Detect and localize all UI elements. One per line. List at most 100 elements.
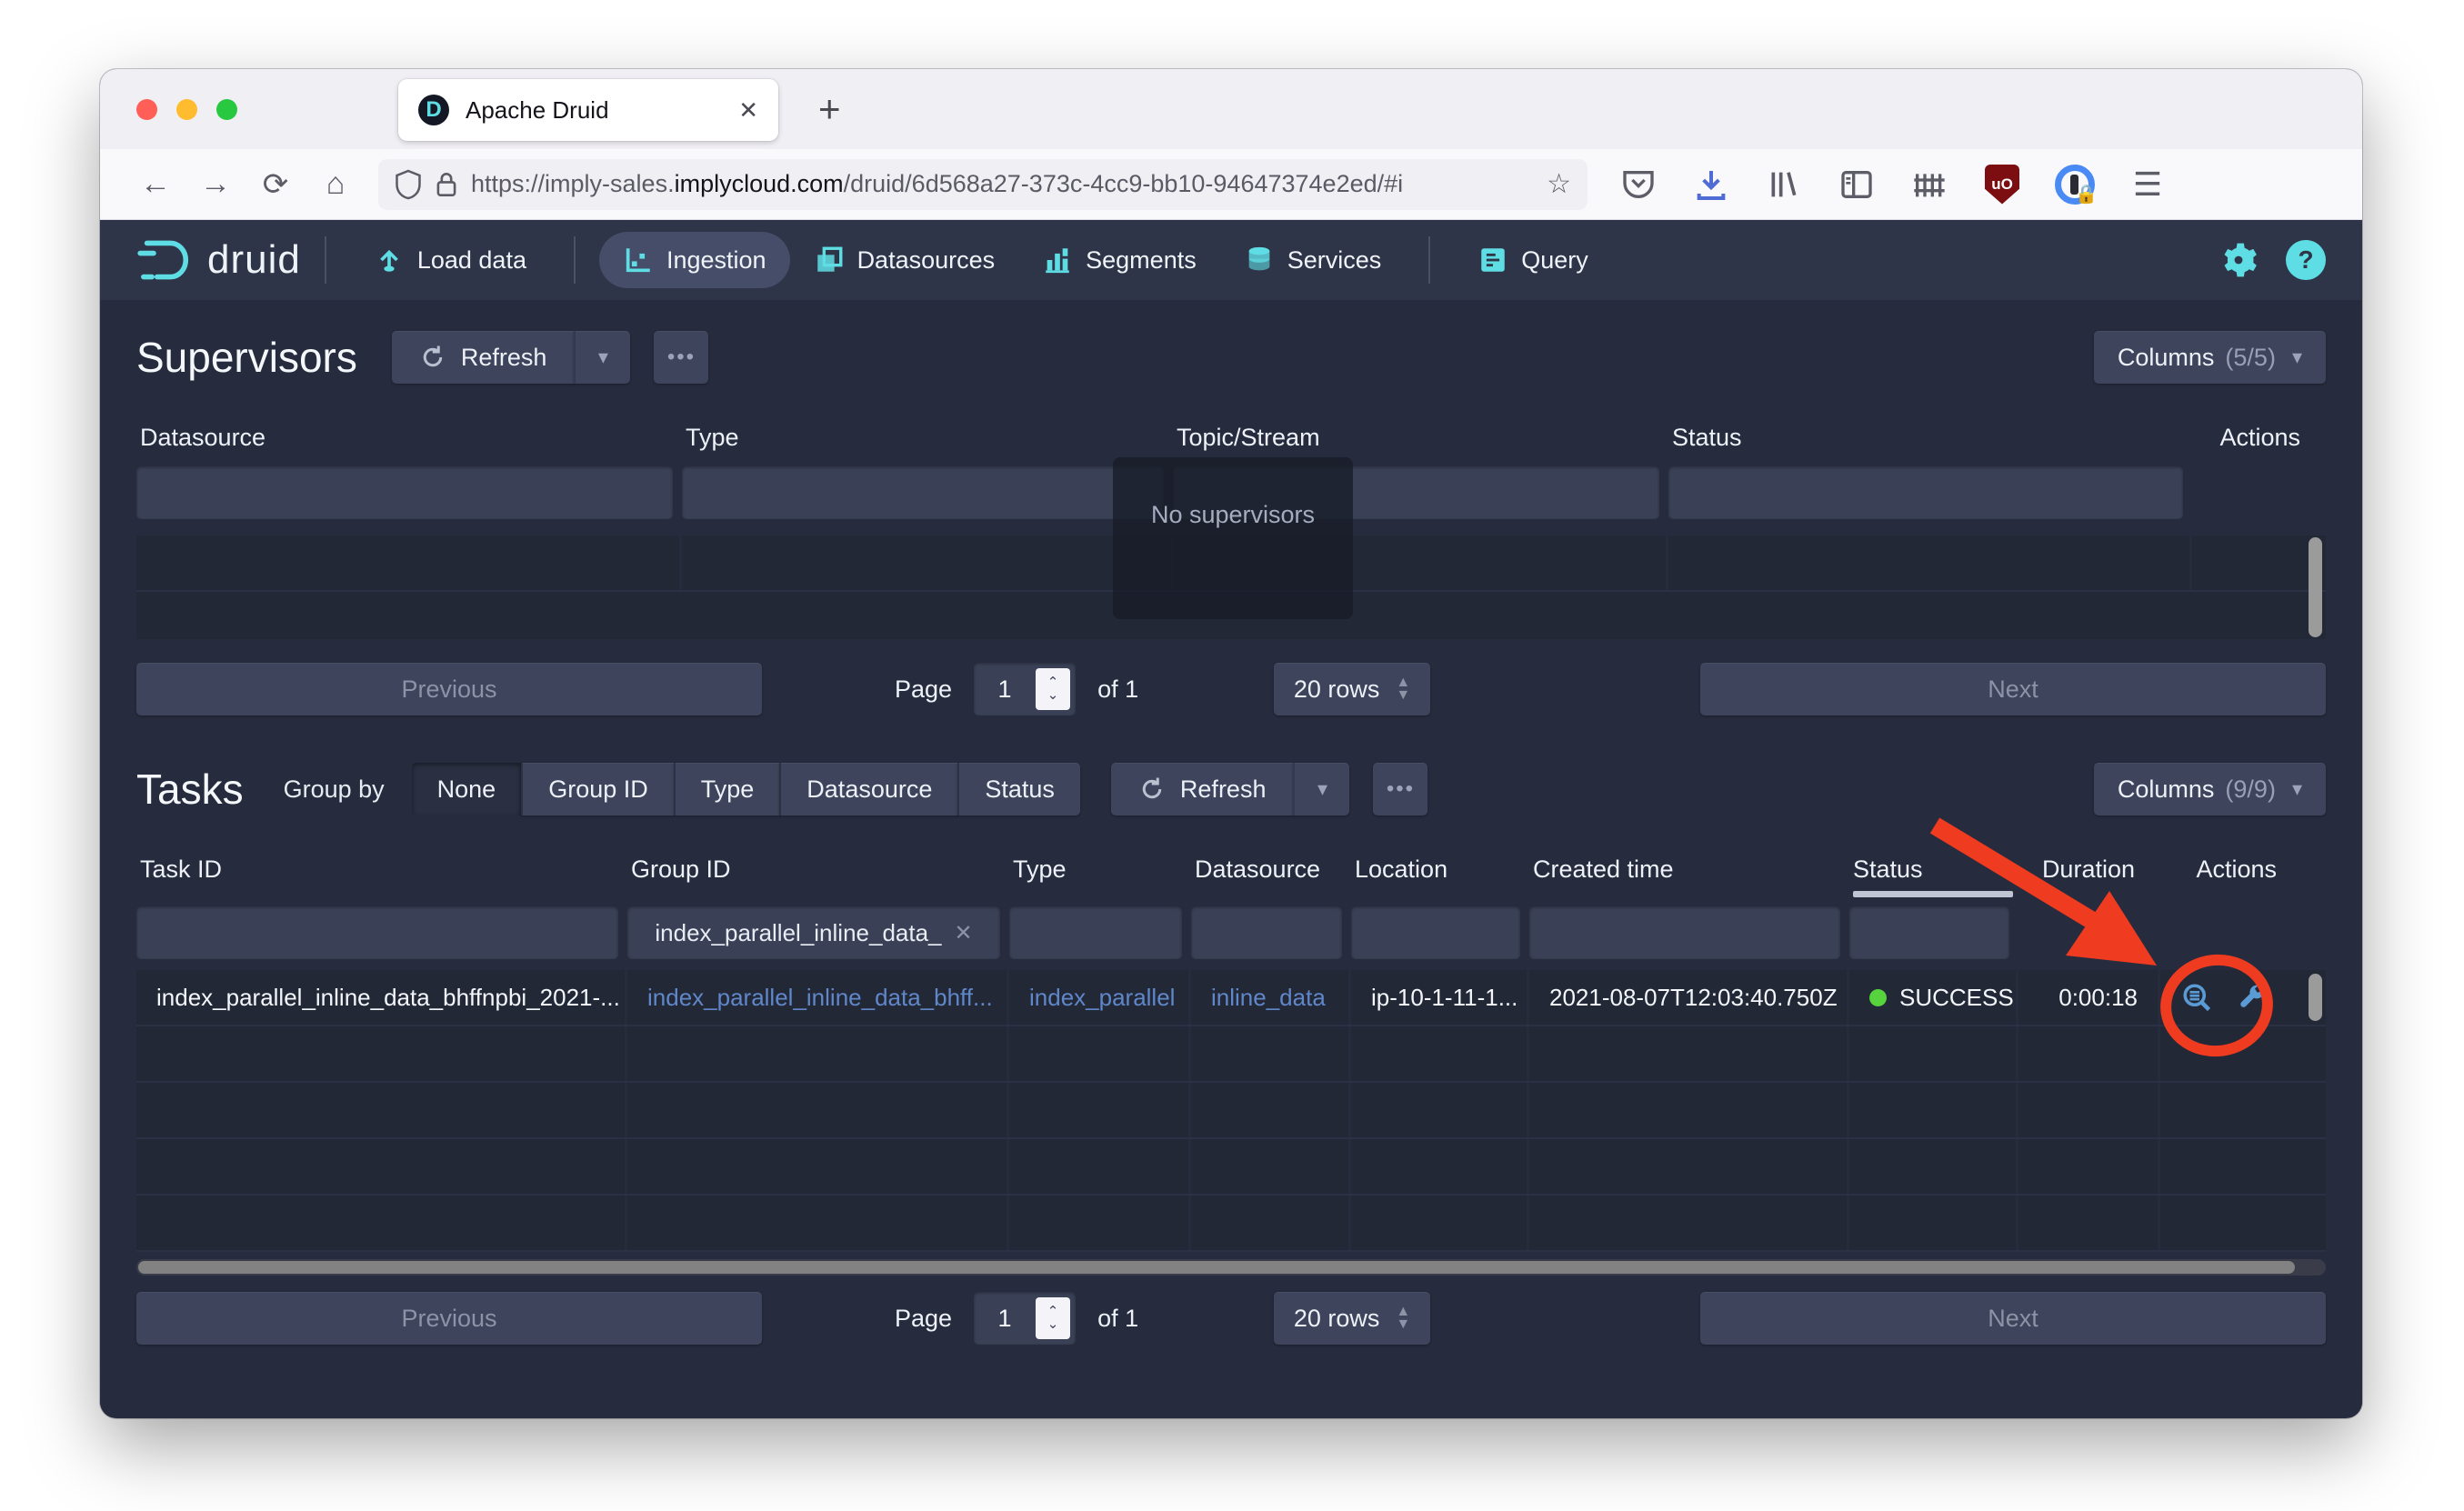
nav-services[interactable]: Services [1220,232,1406,288]
type-filter-input[interactable] [1009,906,1182,959]
datasource-link[interactable]: inline_data [1191,970,1351,1025]
nav-segments[interactable]: Segments [1018,232,1220,288]
zoom-window-button[interactable] [216,99,237,120]
created-time-filter-input[interactable] [1529,906,1840,959]
column-header: Actions [2192,424,2326,452]
column-header[interactable]: Duration [2018,856,2160,897]
group-by-none-button[interactable]: None [412,763,522,816]
bookmark-star-icon[interactable]: ☆ [1547,168,1571,200]
pocket-icon[interactable] [1609,159,1668,210]
new-tab-button[interactable]: + [818,87,841,131]
tasks-refresh-button[interactable]: Refresh [1111,763,1294,816]
onepassword-icon[interactable]: 🔒 [2046,159,2104,210]
empty-row [136,1083,2326,1139]
tasks-more-button[interactable]: ••• [1373,763,1427,816]
location-filter-input[interactable] [1351,906,1520,959]
supervisors-columns-button[interactable]: Columns (5/5) ▾ [2094,331,2326,384]
supervisors-refresh-button[interactable]: Refresh [392,331,575,384]
ingestion-icon [623,245,654,275]
forward-icon[interactable]: → [185,166,245,202]
previous-page-button[interactable]: Previous [136,663,762,715]
group-by-type-button[interactable]: Type [674,763,780,816]
tasks-table-body: index_parallel_inline_data_bhffnpbi_2021… [136,970,2326,1252]
page-number-input[interactable]: 1 ⌃ ⌄ [974,1292,1076,1345]
column-header[interactable]: Datasource [136,424,682,452]
group-by-datasource-button[interactable]: Datasource [779,763,957,816]
nav-ingestion[interactable]: Ingestion [599,232,790,288]
tab-bar: D Apache Druid ✕ + [100,69,2362,149]
tab-title: Apache Druid [466,96,722,125]
column-header[interactable]: Created time [1529,856,1849,897]
task-row[interactable]: index_parallel_inline_data_bhffnpbi_2021… [136,970,2326,1026]
task-actions-wrench-icon[interactable] [2237,982,2268,1013]
column-header-status-sorted[interactable]: Status [1849,856,2018,897]
druid-logo[interactable]: druid [136,236,301,284]
tasks-horizontal-scrollbar[interactable] [136,1259,2326,1276]
page-label: Page [895,675,952,704]
nav-datasources[interactable]: Datasources [790,232,1019,288]
column-header[interactable]: Group ID [627,856,1009,897]
task-detail-magnifier-icon[interactable] [2180,981,2213,1014]
tasks-refresh-dropdown[interactable]: ▾ [1293,763,1349,816]
column-header[interactable]: Datasource [1191,856,1351,897]
url-bar[interactable]: https://imply-sales.implycloud.com/druid… [378,159,1588,210]
tasks-scrollbar[interactable] [2309,974,2322,1021]
columns-count: (9/9) [2225,776,2276,804]
fence-icon[interactable] [1900,159,1958,210]
supervisors-refresh-dropdown[interactable]: ▾ [574,331,630,384]
next-page-button[interactable]: Next [1700,1292,2326,1345]
tasks-filter-row: index_parallel_inline_data_ ✕ [136,906,2326,959]
ublock-origin-icon[interactable]: uO [1973,159,2031,210]
group-by-group-id-button[interactable]: Group ID [521,763,674,816]
status-filter-input[interactable] [1668,466,2183,519]
back-icon[interactable]: ← [125,166,185,202]
datasource-filter-input[interactable] [1191,906,1342,959]
sidebar-icon[interactable] [1828,159,1886,210]
page-number-input[interactable]: 1 ⌃ ⌄ [974,663,1076,715]
help-icon[interactable]: ? [2286,240,2326,280]
previous-page-button[interactable]: Previous [136,1292,762,1345]
column-header[interactable]: Type [682,424,1173,452]
column-header[interactable]: Task ID [136,856,627,897]
task-id-filter-input[interactable] [136,906,618,959]
library-icon[interactable] [1755,159,1813,210]
page-stepper[interactable]: ⌃ ⌄ [1036,668,1070,710]
group-id-filter-input[interactable]: index_parallel_inline_data_ ✕ [627,906,1000,959]
page-stepper[interactable]: ⌃ ⌄ [1036,1297,1070,1339]
nav-query[interactable]: Query [1454,232,1612,288]
nav-label: Datasources [857,246,996,275]
tracking-shield-icon[interactable] [395,169,422,200]
downloads-icon[interactable] [1682,159,1740,210]
rows-per-page-select[interactable]: 20 rows ▲▼ [1274,1292,1430,1345]
close-window-button[interactable] [136,99,157,120]
column-header[interactable]: Location [1351,856,1529,897]
browser-tab[interactable]: D Apache Druid ✕ [398,79,778,141]
supervisors-scrollbar[interactable] [2309,537,2322,637]
datasource-filter-input[interactable] [136,466,673,519]
supervisors-more-button[interactable]: ••• [654,331,708,384]
column-header[interactable]: Topic/Stream [1173,424,1668,452]
close-tab-icon[interactable]: ✕ [738,96,758,125]
group-id-link[interactable]: index_parallel_inline_data_bhff... [627,970,1009,1025]
chevron-down-icon: ▾ [2292,777,2302,801]
group-by-status-button[interactable]: Status [957,763,1080,816]
type-filter-input[interactable] [682,466,1164,519]
status-filter-input[interactable] [1849,906,2009,959]
next-page-button[interactable]: Next [1700,663,2326,715]
clear-filter-icon[interactable]: ✕ [955,920,973,946]
empty-row [136,1139,2326,1196]
nav-label: Query [1521,246,1588,275]
column-header[interactable]: Type [1009,856,1191,897]
select-arrows-icon: ▲▼ [1396,676,1410,702]
tasks-columns-button[interactable]: Columns (9/9) ▾ [2094,763,2326,816]
column-header[interactable]: Status [1668,424,2192,452]
hamburger-menu-icon[interactable]: ☰ [2118,159,2177,210]
settings-gear-icon[interactable] [2219,240,2259,280]
type-link[interactable]: index_parallel [1009,970,1191,1025]
minimize-window-button[interactable] [176,99,197,120]
home-icon[interactable]: ⌂ [305,166,366,202]
reload-icon[interactable]: ⟳ [245,166,305,203]
nav-load-data[interactable]: Load data [350,232,550,288]
rows-per-page-select[interactable]: 20 rows ▲▼ [1274,663,1430,715]
lock-icon[interactable] [435,170,458,199]
